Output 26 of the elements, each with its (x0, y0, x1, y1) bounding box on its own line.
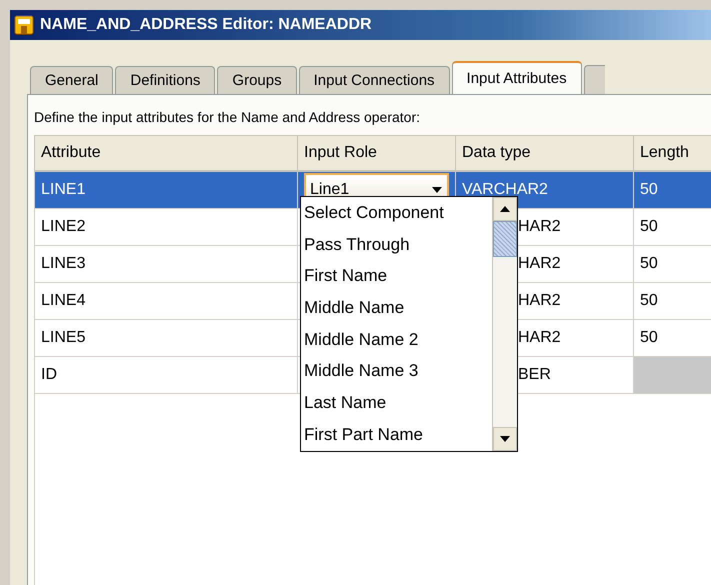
scroll-thumb[interactable] (493, 221, 517, 257)
table-cell: LINE3 (34, 246, 298, 282)
tab[interactable]: Input Connections (298, 66, 450, 94)
column-header[interactable]: Data type (456, 136, 634, 171)
column-header[interactable]: Input Role (298, 136, 456, 171)
tab[interactable]: General (30, 66, 114, 94)
table-cell: ID (34, 356, 298, 394)
table-cell: LINE4 (34, 282, 298, 320)
table-cell: LINE5 (34, 320, 298, 356)
tab[interactable]: Definitions (115, 66, 216, 94)
table-cell: LINE1 (34, 171, 298, 208)
app-icon (14, 15, 34, 35)
column-header[interactable]: Attribute (34, 136, 298, 171)
scroll-down-icon[interactable] (499, 435, 511, 443)
tab[interactable]: Groups (217, 66, 297, 94)
column-header[interactable]: Length (634, 136, 711, 171)
description-text: Define the input attributes for the Name and Address operator: (34, 109, 422, 125)
tab[interactable]: Input Attributes (452, 61, 582, 94)
window-title: NAME_AND_ADDRESS Editor: NAMEADDR (40, 16, 372, 34)
scrollbar[interactable] (492, 197, 517, 451)
table-cell: LINE2 (34, 208, 298, 246)
dropdown-option[interactable]: First Part Name (301, 418, 492, 450)
caret-icon (431, 186, 443, 194)
tab[interactable] (584, 65, 605, 94)
scroll-up-icon[interactable] (499, 205, 511, 213)
table-cell: 50 (634, 171, 711, 208)
